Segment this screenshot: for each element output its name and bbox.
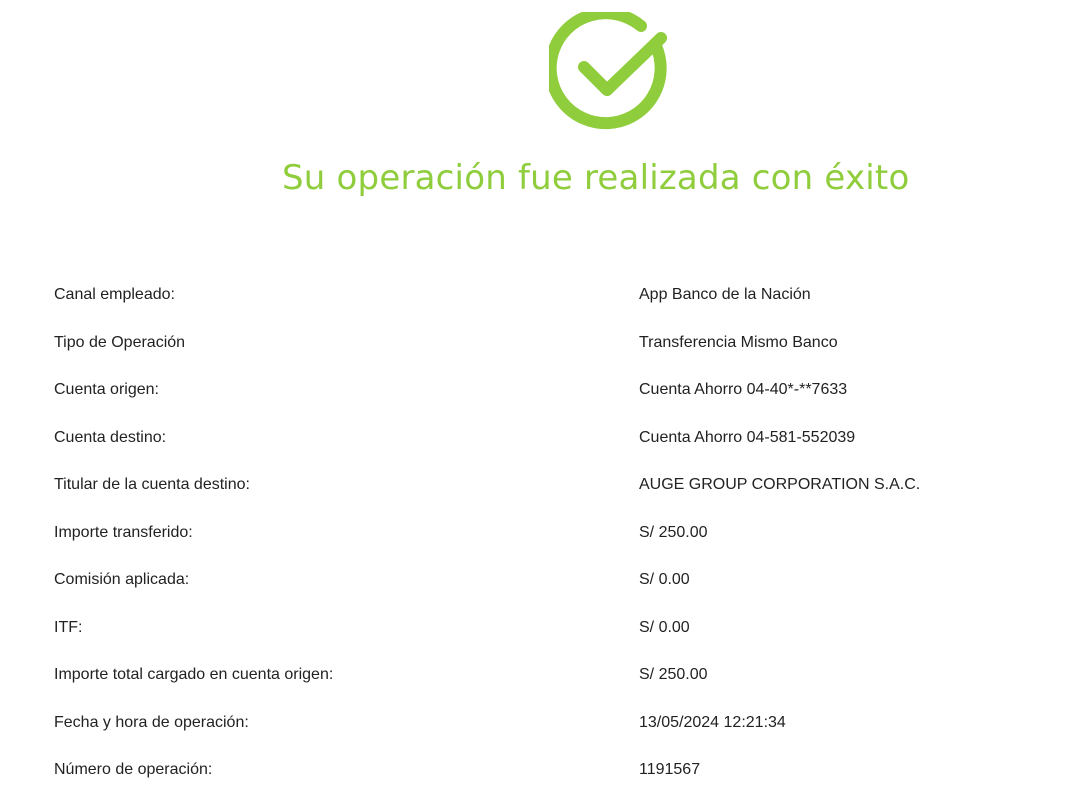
detail-row-cuenta-destino: Cuenta destino: Cuenta Ahorro 04-581-552… [0,414,1079,462]
detail-label: Importe total cargado en cuenta origen: [54,666,334,683]
check-circle-icon [544,7,677,136]
detail-value: 13/05/2024 12:21:34 [639,713,786,731]
detail-value: Cuenta Ahorro 04-40*-**7633 [639,381,848,398]
detail-label: Número de operación: [54,761,213,778]
detail-label: Tipo de Operación [54,333,186,351]
detail-value: AUGE GROUP CORPORATION S.A.C. [639,476,921,493]
detail-row-importe-total: Importe total cargado en cuenta origen: … [0,651,1079,699]
detail-row-fecha: Fecha y hora de operación: 13/05/2024 12… [0,699,1079,747]
detail-row-tipo: Tipo de Operación Transferencia Mismo Ba… [0,319,1079,367]
detail-value: S/ 0.00 [639,571,690,588]
detail-row-numero: Número de operación: 1191567 [0,746,1079,794]
detail-value: Transferencia Mismo Banco [639,333,838,351]
detail-row-comision: Comisión aplicada: S/ 0.00 [0,556,1079,604]
detail-value: S/ 250.00 [639,523,708,541]
detail-value: Cuenta Ahorro 04-581-552039 [639,428,856,446]
detail-row-titular: Titular de la cuenta destino: AUGE GROUP… [0,461,1079,509]
operation-details: Canal empleado: App Banco de la Nación T… [0,271,1079,794]
detail-row-cuenta-origen: Cuenta origen: Cuenta Ahorro 04-40*-**76… [0,366,1079,414]
detail-row-importe: Importe transferido: S/ 250.00 [0,509,1079,557]
detail-value: S/ 0.00 [639,618,690,636]
detail-label: Importe transferido: [54,523,193,541]
detail-row-itf: ITF: S/ 0.00 [0,604,1079,652]
detail-label: Fecha y hora de operación: [54,713,249,731]
success-title: Su operación fue realizada con éxito [282,158,910,198]
detail-row-canal: Canal empleado: App Banco de la Nación [0,271,1079,319]
detail-value: 1191567 [639,761,701,778]
detail-label: Comisión aplicada: [54,571,190,588]
detail-label: Cuenta origen: [54,381,159,398]
detail-label: Titular de la cuenta destino: [54,476,250,493]
detail-label: Cuenta destino: [54,428,167,446]
detail-label: ITF: [54,618,83,636]
detail-value: App Banco de la Nación [639,286,811,303]
detail-label: Canal empleado: [54,286,175,303]
detail-value: S/ 250.00 [639,666,708,683]
